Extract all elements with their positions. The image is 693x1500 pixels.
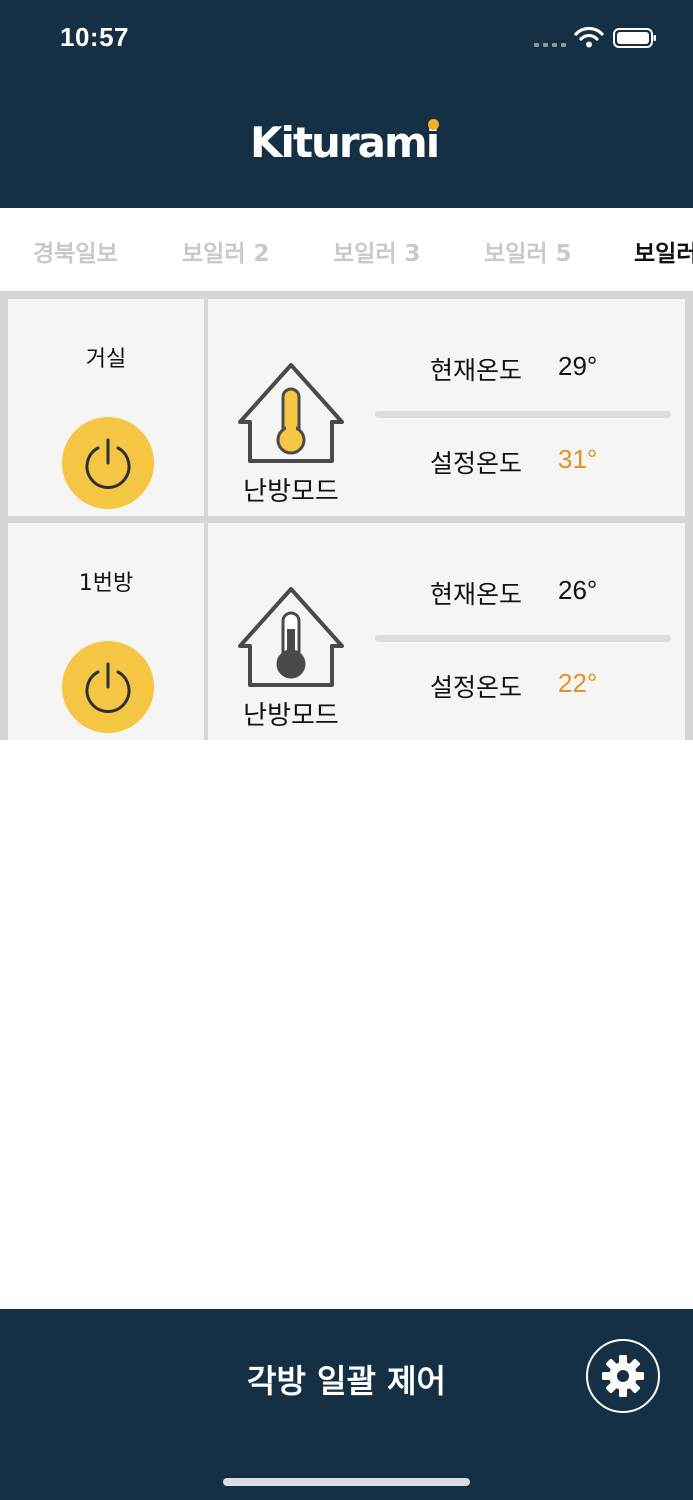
room-card-power: 1번방 [8,523,204,740]
set-temp-value: 31° [558,444,598,474]
bottom-bar: 각방 일괄 제어 [0,1309,693,1500]
power-icon [85,438,131,489]
boiler-tabs: 경북일보 보일러 2 보일러 3 보일러 5 보일러 [0,208,693,292]
signal-dots-icon [534,43,566,47]
app-header: 10:57 Kiturami [0,0,693,208]
power-button[interactable] [62,417,154,509]
current-temp-value: 29° [558,351,598,381]
logo-text: Kiturami [250,118,440,167]
kiturami-logo: Kiturami [250,118,450,168]
tab-boiler-1[interactable]: 경북일보 [33,234,118,268]
house-thermometer-icon [232,583,350,697]
set-temp-value: 22° [558,668,598,698]
gear-icon [602,1355,644,1397]
mode-label: 난방모드 [243,477,339,507]
set-temp-label: 설정온도 [430,673,523,702]
set-temp-label: 설정온도 [430,449,523,478]
tab-boiler-3[interactable]: 보일러 3 [333,234,421,268]
mode-label: 난방모드 [243,701,339,731]
temp-divider [375,635,671,642]
power-icon [85,662,131,713]
tab-boiler-2[interactable]: 보일러 2 [182,234,270,268]
home-indicator[interactable] [223,1478,470,1486]
status-time: 10:57 [60,22,129,52]
logo-dot [428,119,439,130]
current-temp-label: 현재온도 [430,580,523,609]
settings-button[interactable] [586,1339,660,1413]
room-list: 거실 난방모드 현재온도 29° 설정온도 31° 1번방 난방모드 현재온도 … [0,291,693,740]
battery-icon [613,27,657,49]
house-thermometer-icon [232,359,350,473]
tab-boiler-5[interactable]: 보일러 5 [484,234,572,268]
tab-boiler-active[interactable]: 보일러 [634,234,693,268]
room-card-info[interactable]: 난방모드 현재온도 29° 설정온도 31° [208,299,685,516]
temp-divider [375,411,671,418]
current-temp-label: 현재온도 [430,356,523,385]
room-card-power: 거실 [8,299,204,516]
current-temp-value: 26° [558,575,598,605]
power-button[interactable] [62,641,154,733]
room-name: 거실 [85,347,127,372]
room-name: 1번방 [78,571,134,596]
wifi-icon [574,26,604,48]
room-card-info[interactable]: 난방모드 현재온도 26° 설정온도 22° [208,523,685,740]
